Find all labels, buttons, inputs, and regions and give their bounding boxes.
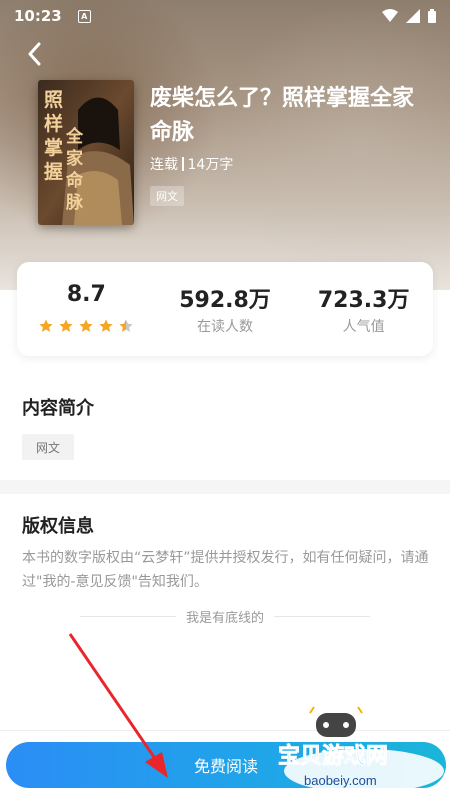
battery-icon	[428, 9, 436, 23]
svg-text:脉: 脉	[65, 192, 84, 213]
copyright-text: 本书的数字版权由“云梦轩”提供并授权发行，如有任何疑问，请通过"我的-意见反馈"…	[22, 550, 429, 590]
svg-text:掌: 掌	[44, 136, 63, 159]
free-read-label: 免费阅读	[193, 757, 258, 776]
book-meta: 连载 14万字	[150, 154, 233, 174]
cellular-icon	[406, 9, 420, 23]
intro-tag-chip[interactable]: 网文	[22, 434, 74, 460]
back-button[interactable]	[20, 38, 48, 70]
popularity-stat: 723.3万 人气值	[294, 262, 433, 356]
meta-divider	[182, 157, 184, 171]
readers-label: 在读人数	[197, 319, 253, 335]
readers-stat: 592.8万 在读人数	[156, 262, 295, 356]
star-icon	[99, 319, 113, 332]
svg-text:握: 握	[44, 160, 63, 183]
end-of-content-divider: 我是有底线的	[80, 606, 371, 626]
star-half-icon	[119, 319, 133, 332]
book-genre-tag: 网文	[150, 186, 184, 206]
intro-section-title: 内容简介	[22, 398, 94, 419]
svg-text:全: 全	[65, 126, 84, 147]
status-bar: 10:23 A	[0, 0, 450, 32]
stats-card: 8.7 592.8万 在读人数 723.3万 人气值	[17, 262, 433, 356]
readers-value: 592.8万	[179, 288, 271, 313]
popularity-value: 723.3万	[317, 288, 410, 313]
star-icon	[79, 319, 93, 332]
book-word-count: 14万字	[187, 157, 234, 173]
book-title: 废柴怎么了？照样掌握全家命脉	[150, 86, 415, 145]
notification-a-icon: A	[77, 9, 91, 23]
svg-text:家: 家	[66, 148, 83, 169]
watermark-url: baobeiy.com	[304, 773, 377, 788]
end-of-content-text: 我是有底线的	[186, 610, 265, 626]
rating-value: 8.7	[66, 282, 106, 307]
copyright-section-title: 版权信息	[22, 516, 94, 537]
svg-text:样: 样	[44, 112, 63, 135]
svg-text:照: 照	[44, 89, 63, 111]
popularity-label: 人气值	[342, 319, 385, 335]
book-cover-art: 照 样 掌 握 全 家 命 脉	[38, 80, 134, 225]
star-icon	[39, 319, 53, 332]
rating-stars	[38, 318, 134, 334]
divider-line-left	[80, 615, 176, 617]
chevron-left-icon	[28, 42, 41, 66]
book-status: 连载	[150, 157, 178, 173]
book-cover[interactable]: 照 样 掌 握 全 家 命 脉	[38, 80, 134, 225]
wifi-icon	[382, 9, 398, 22]
divider-line-right	[274, 615, 371, 617]
section-divider	[0, 480, 450, 494]
gamepad-logo-icon: 宝贝游戏网 baobeiy.com	[278, 706, 444, 793]
star-icon	[59, 319, 73, 332]
rating-stat: 8.7	[17, 262, 156, 356]
status-time: 10:23	[14, 7, 62, 25]
watermark-text: 宝贝游戏网	[278, 743, 388, 769]
svg-text:命: 命	[65, 170, 84, 191]
watermark-logo: 宝贝游戏网 baobeiy.com	[274, 705, 446, 795]
